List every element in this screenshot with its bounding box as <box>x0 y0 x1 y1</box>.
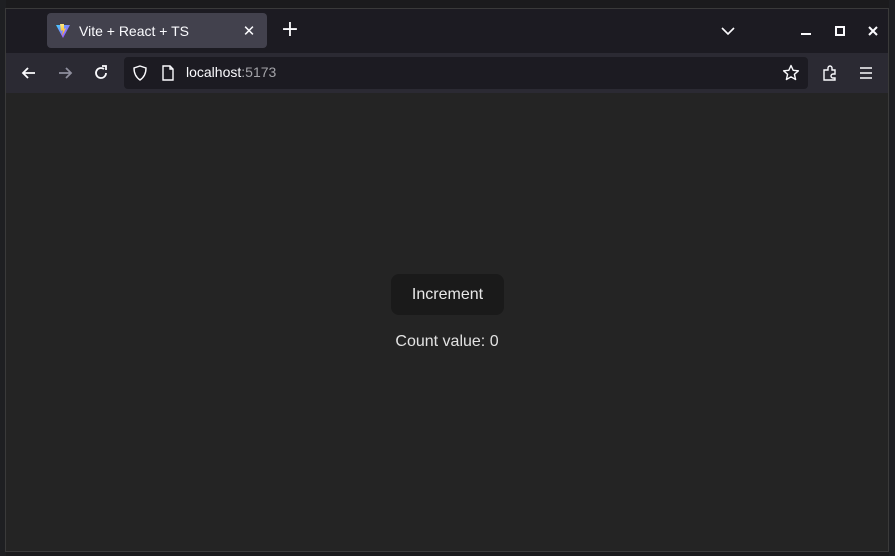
close-icon[interactable] <box>863 21 883 41</box>
page-content: Increment Count value: 0 <box>6 93 888 551</box>
tab-vite-react-ts[interactable]: Vite + React + TS ✕ <box>47 13 267 48</box>
url-text[interactable]: localhost:5173 <box>186 64 276 80</box>
navigation-toolbar: localhost:5173 <box>6 53 888 93</box>
shield-icon[interactable] <box>132 65 148 85</box>
tab-bar: Vite + React + TS ✕ + <box>6 9 888 53</box>
background-app-edge-right <box>889 0 895 556</box>
count-value-text: Count value: 0 <box>395 333 499 350</box>
menu-hamburger-icon[interactable] <box>854 61 878 85</box>
url-port: :5173 <box>241 64 277 80</box>
reload-icon[interactable] <box>89 61 113 85</box>
url-host: localhost <box>186 64 242 80</box>
vite-icon <box>55 23 71 39</box>
increment-button[interactable]: Increment <box>391 274 504 315</box>
tab-title: Vite + React + TS <box>79 22 189 39</box>
address-bar[interactable]: localhost:5173 <box>124 57 808 89</box>
tab-list-chevron-icon[interactable] <box>718 21 738 41</box>
forward-arrow-icon[interactable] <box>53 61 77 85</box>
bookmark-star-icon[interactable] <box>782 64 800 86</box>
tab-close-icon[interactable]: ✕ <box>241 23 257 39</box>
browser-window: Vite + React + TS ✕ + localhost:5173 Inc… <box>5 8 889 552</box>
extensions-puzzle-icon[interactable] <box>818 61 842 85</box>
new-tab-button[interactable]: + <box>278 19 302 43</box>
minimize-icon[interactable] <box>796 21 816 41</box>
maximize-icon[interactable] <box>830 21 850 41</box>
page-info-icon[interactable] <box>160 65 176 85</box>
back-arrow-icon[interactable] <box>17 61 41 85</box>
